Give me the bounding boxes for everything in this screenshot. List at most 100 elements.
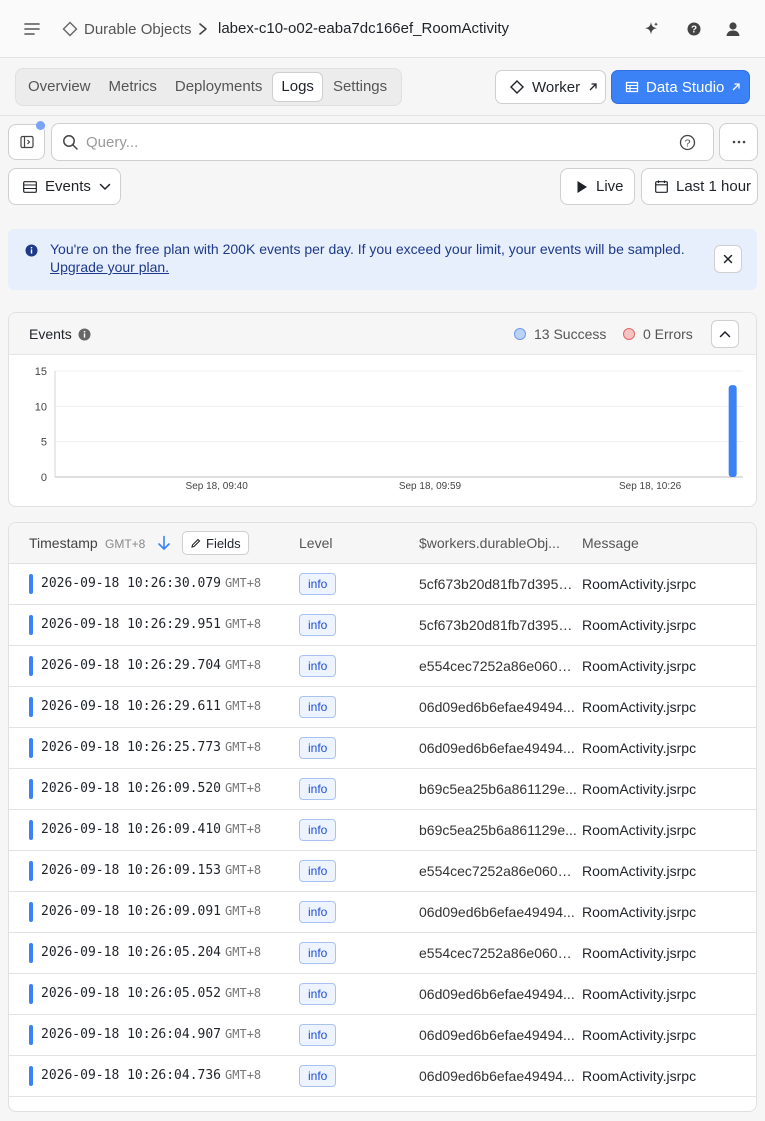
y-tick-label: 10: [35, 401, 47, 413]
sort-descending-icon[interactable]: [157, 535, 171, 551]
top-bar: Durable Objects labex-c10-o02-eaba7dc166…: [0, 0, 765, 58]
chevron-down-icon: [99, 183, 111, 191]
row-timestamp: 2026-09-18 10:26:05.052 GMT+8: [41, 986, 261, 1001]
column-durable-object[interactable]: $workers.durableObj...: [419, 535, 560, 551]
level-badge: info: [299, 737, 337, 759]
play-icon: [576, 180, 588, 194]
sparkle-icon[interactable]: [641, 19, 661, 39]
query-help-icon[interactable]: ?: [679, 134, 696, 151]
row-durable-object-id: e554cec7252a86e060a...: [419, 863, 577, 879]
query-input[interactable]: [86, 124, 666, 160]
table-row[interactable]: 2026-09-18 10:26:30.079 GMT+8 info 5cf673b2…: [9, 564, 756, 605]
view-select[interactable]: Events: [8, 168, 121, 205]
row-indicator: [29, 779, 33, 799]
row-timezone: GMT+8: [225, 822, 262, 836]
row-timezone: GMT+8: [225, 945, 262, 959]
tab-metrics[interactable]: Metrics: [101, 72, 165, 102]
row-message: RoomActivity.jsrpc: [582, 1068, 697, 1084]
upgrade-plan-link[interactable]: Upgrade your plan.: [50, 259, 169, 275]
breadcrumb-parent[interactable]: Durable Objects: [62, 19, 192, 39]
row-timestamp-value: 2026-09-18 10:26:09.410: [41, 822, 222, 837]
row-message: RoomActivity.jsrpc: [582, 658, 697, 674]
svg-text:?: ?: [691, 25, 697, 36]
user-icon[interactable]: [723, 19, 743, 39]
row-message: RoomActivity.jsrpc: [582, 945, 697, 961]
row-durable-object-id: 5cf673b20d81fb7d3954...: [419, 576, 577, 592]
level-badge: info: [299, 983, 337, 1005]
tab-settings[interactable]: Settings: [325, 72, 395, 102]
level-badge: info: [299, 860, 337, 882]
more-options-button[interactable]: [719, 123, 758, 161]
time-range-label: Last 1 hour: [676, 178, 752, 195]
query-box: ?: [51, 123, 714, 161]
row-indicator: [29, 902, 33, 922]
table-row[interactable]: 2026-09-18 10:26:25.773 GMT+8 info 06d09ed6…: [9, 728, 756, 769]
row-timestamp-value: 2026-09-18 10:26:29.704: [41, 658, 222, 673]
column-timestamp[interactable]: Timestamp: [29, 535, 98, 551]
row-durable-object-id: b69c5ea25b6a861129e...: [419, 822, 577, 838]
plan-banner: You're on the free plan with 200K events…: [8, 229, 757, 290]
row-timestamp: 2026-09-18 10:26:05.204 GMT+8: [41, 945, 261, 960]
success-legend-label: 13 Success: [534, 326, 607, 342]
banner-text: You're on the free plan with 200K events…: [50, 240, 690, 276]
sidebar-toggle-icon: [19, 135, 34, 149]
level-badge: info: [299, 696, 337, 718]
table-row[interactable]: 2026-09-18 10:26:09.410 GMT+8 info b69c5ea2…: [9, 810, 756, 851]
list-icon: [23, 180, 37, 193]
row-message: RoomActivity.jsrpc: [582, 740, 697, 756]
row-message: RoomActivity.jsrpc: [582, 1027, 697, 1043]
table-row[interactable]: 2026-09-18 10:26:04.736 GMT+8 info 06d09ed6…: [9, 1056, 756, 1097]
row-message: RoomActivity.jsrpc: [582, 781, 697, 797]
row-indicator: [29, 738, 33, 758]
row-timezone: GMT+8: [225, 658, 262, 672]
events-panel-header: Events 13 Success 0 Errors: [9, 313, 756, 355]
svg-text:?: ?: [685, 137, 691, 149]
column-message[interactable]: Message: [582, 535, 639, 551]
worker-button[interactable]: Worker: [495, 70, 606, 104]
table-row[interactable]: 2026-09-18 10:26:04.907 GMT+8 info 06d09ed6…: [9, 1015, 756, 1056]
row-timezone: GMT+8: [225, 781, 262, 795]
events-panel-title: Events: [29, 326, 72, 342]
x-tick-label: Sep 18, 09:40: [186, 481, 249, 492]
row-message: RoomActivity.jsrpc: [582, 617, 697, 633]
table-row[interactable]: 2026-09-18 10:26:09.520 GMT+8 info b69c5ea2…: [9, 769, 756, 810]
events-chart: 0 5 10 15 Sep 18, 09:40 Sep 18, 09:59 Sep 18, …: [35, 366, 743, 492]
external-link-icon: [731, 82, 741, 92]
table-row[interactable]: 2026-09-18 10:26:09.153 GMT+8 info e554cec7…: [9, 851, 756, 892]
external-link-icon: [588, 82, 598, 92]
table-row[interactable]: 2026-09-18 10:26:05.204 GMT+8 info e554cec7…: [9, 933, 756, 974]
success-legend-dot: [514, 328, 526, 340]
info-icon[interactable]: [78, 328, 91, 341]
errors-legend-dot: [623, 328, 635, 340]
row-timestamp-value: 2026-09-18 10:26:30.079: [41, 576, 222, 591]
time-range-select[interactable]: Last 1 hour: [641, 168, 758, 205]
row-timestamp-value: 2026-09-18 10:26:05.052: [41, 986, 222, 1001]
page-title: labex-c10-o02-eaba7dc166ef_RoomActivity: [218, 20, 510, 37]
level-badge: info: [299, 901, 337, 923]
fields-button[interactable]: Fields: [182, 531, 249, 555]
tab-overview[interactable]: Overview: [20, 72, 99, 102]
row-indicator: [29, 574, 33, 594]
row-timestamp-value: 2026-09-18 10:26:05.204: [41, 945, 222, 960]
banner-close-button[interactable]: [714, 245, 742, 273]
level-badge: info: [299, 942, 337, 964]
column-level[interactable]: Level: [299, 535, 332, 551]
help-icon[interactable]: ?: [684, 19, 704, 39]
data-studio-button[interactable]: Data Studio: [611, 70, 750, 104]
tab-logs[interactable]: Logs: [272, 72, 323, 102]
row-timezone: GMT+8: [225, 1027, 262, 1041]
table-row[interactable]: 2026-09-18 10:26:05.052 GMT+8 info 06d09ed6…: [9, 974, 756, 1015]
live-button[interactable]: Live: [560, 168, 635, 205]
chevron-right-icon: [196, 20, 210, 38]
table-row[interactable]: 2026-09-18 10:26:09.091 GMT+8 info 06d09ed6…: [9, 892, 756, 933]
row-timestamp: 2026-09-18 10:26:29.704 GMT+8: [41, 658, 261, 673]
collapse-chart-button[interactable]: [711, 320, 739, 348]
tab-deployments[interactable]: Deployments: [167, 72, 271, 102]
level-badge: info: [299, 614, 337, 636]
table-row[interactable]: 2026-09-18 10:26:29.611 GMT+8 info 06d09ed6…: [9, 687, 756, 728]
row-indicator: [29, 984, 33, 1004]
table-row[interactable]: 2026-09-18 10:26:29.951 GMT+8 info 5cf673b2…: [9, 605, 756, 646]
menu-icon[interactable]: [22, 19, 42, 39]
chevron-up-icon: [719, 330, 731, 338]
table-row[interactable]: 2026-09-18 10:26:29.704 GMT+8 info e554cec7…: [9, 646, 756, 687]
